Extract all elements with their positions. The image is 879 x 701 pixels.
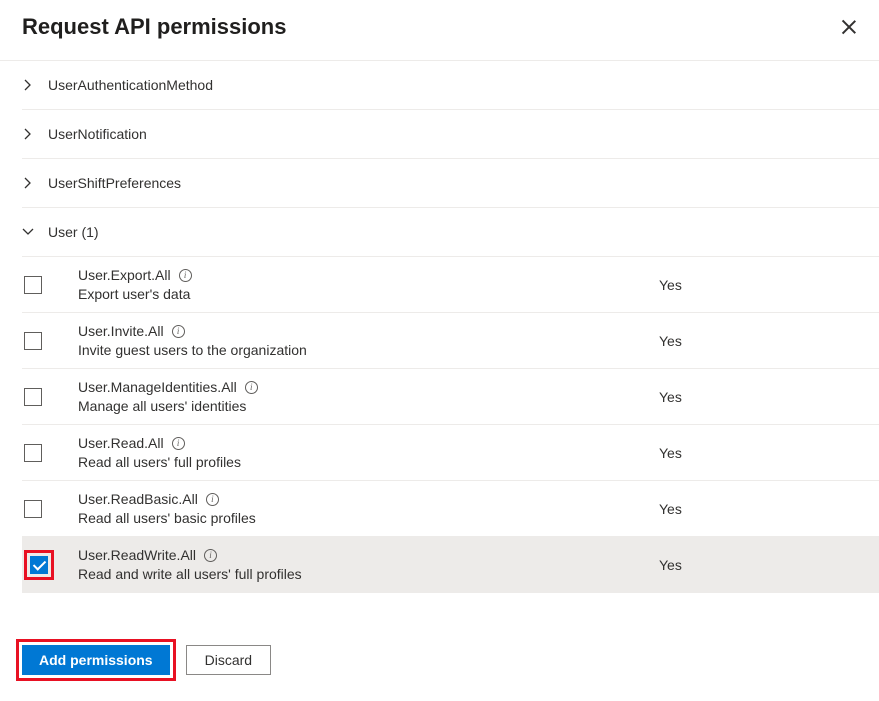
close-icon[interactable] bbox=[841, 19, 857, 35]
group-label: UserNotification bbox=[48, 126, 147, 142]
highlight-annotation bbox=[24, 550, 54, 580]
permission-description: Read all users' full profiles bbox=[78, 454, 659, 470]
admin-consent-value: Yes bbox=[659, 277, 879, 293]
permission-row: User.ManageIdentities.All i Manage all u… bbox=[22, 369, 879, 425]
permission-name: User.Invite.All bbox=[78, 323, 164, 339]
permission-description: Invite guest users to the organization bbox=[78, 342, 659, 358]
footer-actions: Add permissions Discard bbox=[0, 620, 879, 701]
permission-name: User.ManageIdentities.All bbox=[78, 379, 237, 395]
spacer bbox=[22, 593, 879, 611]
admin-consent-value: Yes bbox=[659, 445, 879, 461]
permission-name: User.Read.All bbox=[78, 435, 164, 451]
group-user[interactable]: User (1) bbox=[22, 208, 879, 257]
chevron-right-icon bbox=[22, 79, 34, 91]
permission-checkbox[interactable] bbox=[24, 332, 42, 350]
permission-row: User.Export.All i Export user's data Yes bbox=[22, 257, 879, 313]
info-icon[interactable]: i bbox=[172, 437, 185, 450]
permission-checkbox[interactable] bbox=[24, 444, 42, 462]
highlight-annotation: Add permissions bbox=[16, 639, 176, 681]
permission-name: User.Export.All bbox=[78, 267, 171, 283]
group-userauthenticationmethod[interactable]: UserAuthenticationMethod bbox=[22, 61, 879, 110]
group-usernotification[interactable]: UserNotification bbox=[22, 110, 879, 159]
chevron-right-icon bbox=[22, 177, 34, 189]
permissions-scroll-area[interactable]: UserAuthenticationMethod UserNotificatio… bbox=[0, 60, 879, 620]
group-label: UserAuthenticationMethod bbox=[48, 77, 213, 93]
permission-checkbox[interactable] bbox=[24, 276, 42, 294]
permission-row: User.Invite.All i Invite guest users to … bbox=[22, 313, 879, 369]
info-icon[interactable]: i bbox=[245, 381, 258, 394]
admin-consent-value: Yes bbox=[659, 333, 879, 349]
permission-row: User.ReadBasic.All i Read all users' bas… bbox=[22, 481, 879, 537]
admin-consent-value: Yes bbox=[659, 557, 879, 573]
permission-checkbox[interactable] bbox=[24, 500, 42, 518]
admin-consent-value: Yes bbox=[659, 389, 879, 405]
panel-header: Request API permissions bbox=[0, 0, 879, 60]
permission-name: User.ReadBasic.All bbox=[78, 491, 198, 507]
group-label: User (1) bbox=[48, 224, 99, 240]
admin-consent-value: Yes bbox=[659, 501, 879, 517]
group-label: UserShiftPreferences bbox=[48, 175, 181, 191]
chevron-down-icon bbox=[22, 226, 34, 238]
info-icon[interactable]: i bbox=[204, 549, 217, 562]
info-icon[interactable]: i bbox=[179, 269, 192, 282]
page-title: Request API permissions bbox=[22, 14, 286, 40]
chevron-right-icon bbox=[22, 128, 34, 140]
permission-description: Export user's data bbox=[78, 286, 659, 302]
request-api-permissions-panel: Request API permissions UserAuthenticati… bbox=[0, 0, 879, 701]
info-icon[interactable]: i bbox=[206, 493, 219, 506]
permission-row: User.Read.All i Read all users' full pro… bbox=[22, 425, 879, 481]
info-icon[interactable]: i bbox=[172, 325, 185, 338]
permission-checkbox[interactable] bbox=[24, 388, 42, 406]
permission-description: Read and write all users' full profiles bbox=[78, 566, 659, 582]
permission-name: User.ReadWrite.All bbox=[78, 547, 196, 563]
permission-description: Read all users' basic profiles bbox=[78, 510, 659, 526]
permission-description: Manage all users' identities bbox=[78, 398, 659, 414]
discard-button[interactable]: Discard bbox=[186, 645, 271, 675]
permission-checkbox[interactable] bbox=[30, 556, 48, 574]
permission-row-selected: User.ReadWrite.All i Read and write all … bbox=[22, 537, 879, 593]
add-permissions-button[interactable]: Add permissions bbox=[22, 645, 170, 675]
group-usershiftpreferences[interactable]: UserShiftPreferences bbox=[22, 159, 879, 208]
